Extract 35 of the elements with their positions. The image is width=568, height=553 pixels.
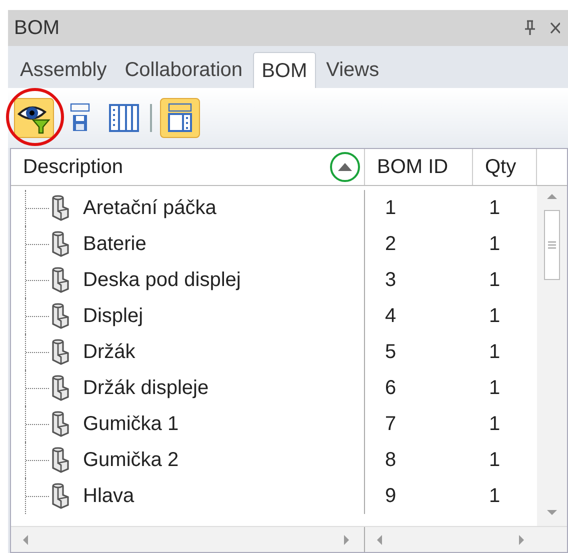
table-cell-text: 2: [384, 232, 398, 257]
table-cell-text: Displej: [83, 304, 144, 329]
column-header[interactable]: Qty: [473, 149, 537, 185]
table-cell-text: 1: [488, 232, 502, 257]
table-cell-text: 1: [488, 196, 502, 221]
tab[interactable]: Assembly: [12, 52, 115, 88]
tab[interactable]: BOM: [252, 52, 316, 88]
column-header[interactable]: BOM ID: [365, 149, 473, 185]
table-cell-text: Držák displeje: [83, 376, 209, 401]
table-cell-text: 3: [384, 268, 398, 293]
table-cell-text: Hlava: [83, 484, 134, 509]
table-cell-text: 1: [488, 484, 502, 509]
table-cell-text: Baterie: [83, 232, 146, 257]
table-cell-text: Aretační páčka: [83, 196, 216, 221]
tab[interactable]: Views: [318, 52, 388, 88]
table-cell-text: 1: [488, 268, 502, 293]
panel-title: BOM: [14, 16, 60, 41]
tab[interactable]: Collaboration: [116, 52, 251, 88]
table-cell-text: Držák: [83, 340, 136, 365]
table-cell-text: Deska pod displej: [83, 268, 241, 293]
table-cell-text: 1: [488, 340, 502, 365]
table-cell-text: 5: [384, 340, 398, 365]
column-header[interactable]: Description: [11, 149, 365, 185]
table-cell-text: 1: [488, 376, 502, 401]
table-cell-text: 8: [384, 448, 398, 473]
table-cell-text: Gumička 1: [83, 412, 179, 437]
table-cell-text: 4: [384, 304, 398, 329]
table-cell-text: 1: [488, 412, 502, 437]
table-cell-text: 1: [384, 196, 398, 221]
table-cell-text: 6: [384, 376, 398, 401]
table-cell-text: 1: [488, 304, 502, 329]
table-cell-text: 9: [384, 484, 398, 509]
table-cell-text: Gumička 2: [83, 448, 179, 473]
table-cell-text: 7: [384, 412, 398, 437]
table-cell-text: 1: [488, 448, 502, 473]
